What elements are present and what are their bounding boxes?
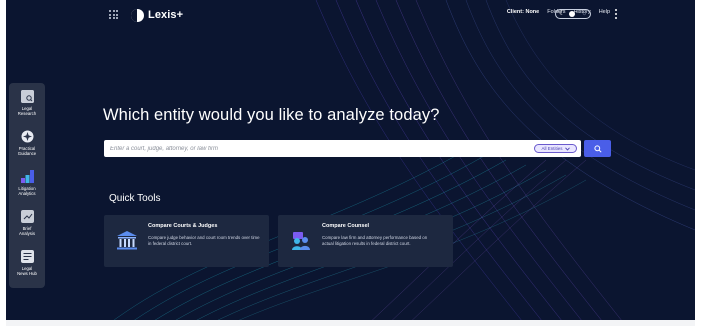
search-button[interactable] — [584, 140, 611, 157]
entity-filter-dropdown[interactable]: All Entities — [534, 144, 577, 153]
background-wave-art — [105, 0, 695, 326]
client-selector[interactable]: Client: None — [507, 9, 539, 15]
app-frame: Lexis+ Client: None Folders History Help… — [6, 0, 695, 326]
chevron-down-icon — [564, 146, 570, 151]
sidebar-item-label: Litigation Analytics — [18, 186, 36, 196]
quick-tools-heading: Quick Tools — [109, 193, 161, 204]
sidebar-item-legal-news-hub[interactable]: Legal News Hub — [9, 250, 45, 276]
litigation-analytics-icon — [20, 170, 34, 183]
sidebar-item-label: Brief Analysis — [18, 226, 35, 236]
moon-icon: ☾ — [559, 10, 566, 17]
entity-filter-value: All Entities — [541, 146, 563, 151]
compare-courts-judges-card[interactable]: Compare Courts & Judges Compare judge be… — [104, 215, 269, 267]
page-headline: Which entity would you like to analyze t… — [103, 106, 440, 124]
sidebar-item-litigation-analytics[interactable]: Litigation Analytics — [9, 170, 45, 196]
top-bar: Lexis+ Client: None Folders History Help… — [6, 0, 695, 30]
help-link[interactable]: Help — [599, 9, 610, 15]
lexis-logo[interactable]: Lexis+ — [131, 7, 183, 23]
toggle-knob — [569, 11, 575, 17]
practical-guidance-icon — [21, 130, 34, 143]
theme-toggle[interactable]: ☾ ☼ — [555, 9, 591, 19]
lexis-logo-mark-icon — [131, 8, 144, 22]
entity-search-bar: All Entities — [104, 140, 581, 157]
sidebar-item-legal-research[interactable]: Legal Research — [9, 90, 45, 116]
sun-icon: ☼ — [581, 11, 588, 17]
app-grid-icon[interactable] — [109, 10, 118, 19]
legal-news-hub-icon — [20, 250, 34, 263]
sidebar-item-practical-guidance[interactable]: Practical Guidance — [9, 130, 45, 156]
search-icon — [593, 144, 602, 153]
sidebar-item-label: Practical Guidance — [17, 146, 37, 156]
tool-card-description: Compare law firm and attorney performanc… — [322, 235, 428, 247]
sidebar-item-brief-analysis[interactable]: Brief Analysis — [9, 210, 45, 236]
brand-name: Lexis+ — [148, 9, 184, 21]
tool-card-title: Compare Counsel — [322, 223, 370, 229]
brief-analysis-icon — [20, 210, 34, 223]
compare-counsel-card[interactable]: Compare Counsel Compare law firm and att… — [278, 215, 453, 267]
legal-research-icon — [20, 90, 34, 103]
product-sidebar: Legal Research Practical Guidance Litiga… — [9, 83, 45, 288]
sidebar-item-label: Legal News Hub — [17, 266, 37, 276]
sidebar-item-label: Legal Research — [17, 106, 37, 116]
counsel-icon — [290, 229, 312, 251]
more-options-icon[interactable] — [615, 9, 618, 20]
entity-search-input[interactable] — [110, 145, 510, 152]
tool-card-title: Compare Courts & Judges — [148, 223, 218, 229]
tool-card-description: Compare judge behavior and court room tr… — [148, 235, 260, 247]
courthouse-icon — [116, 229, 138, 251]
